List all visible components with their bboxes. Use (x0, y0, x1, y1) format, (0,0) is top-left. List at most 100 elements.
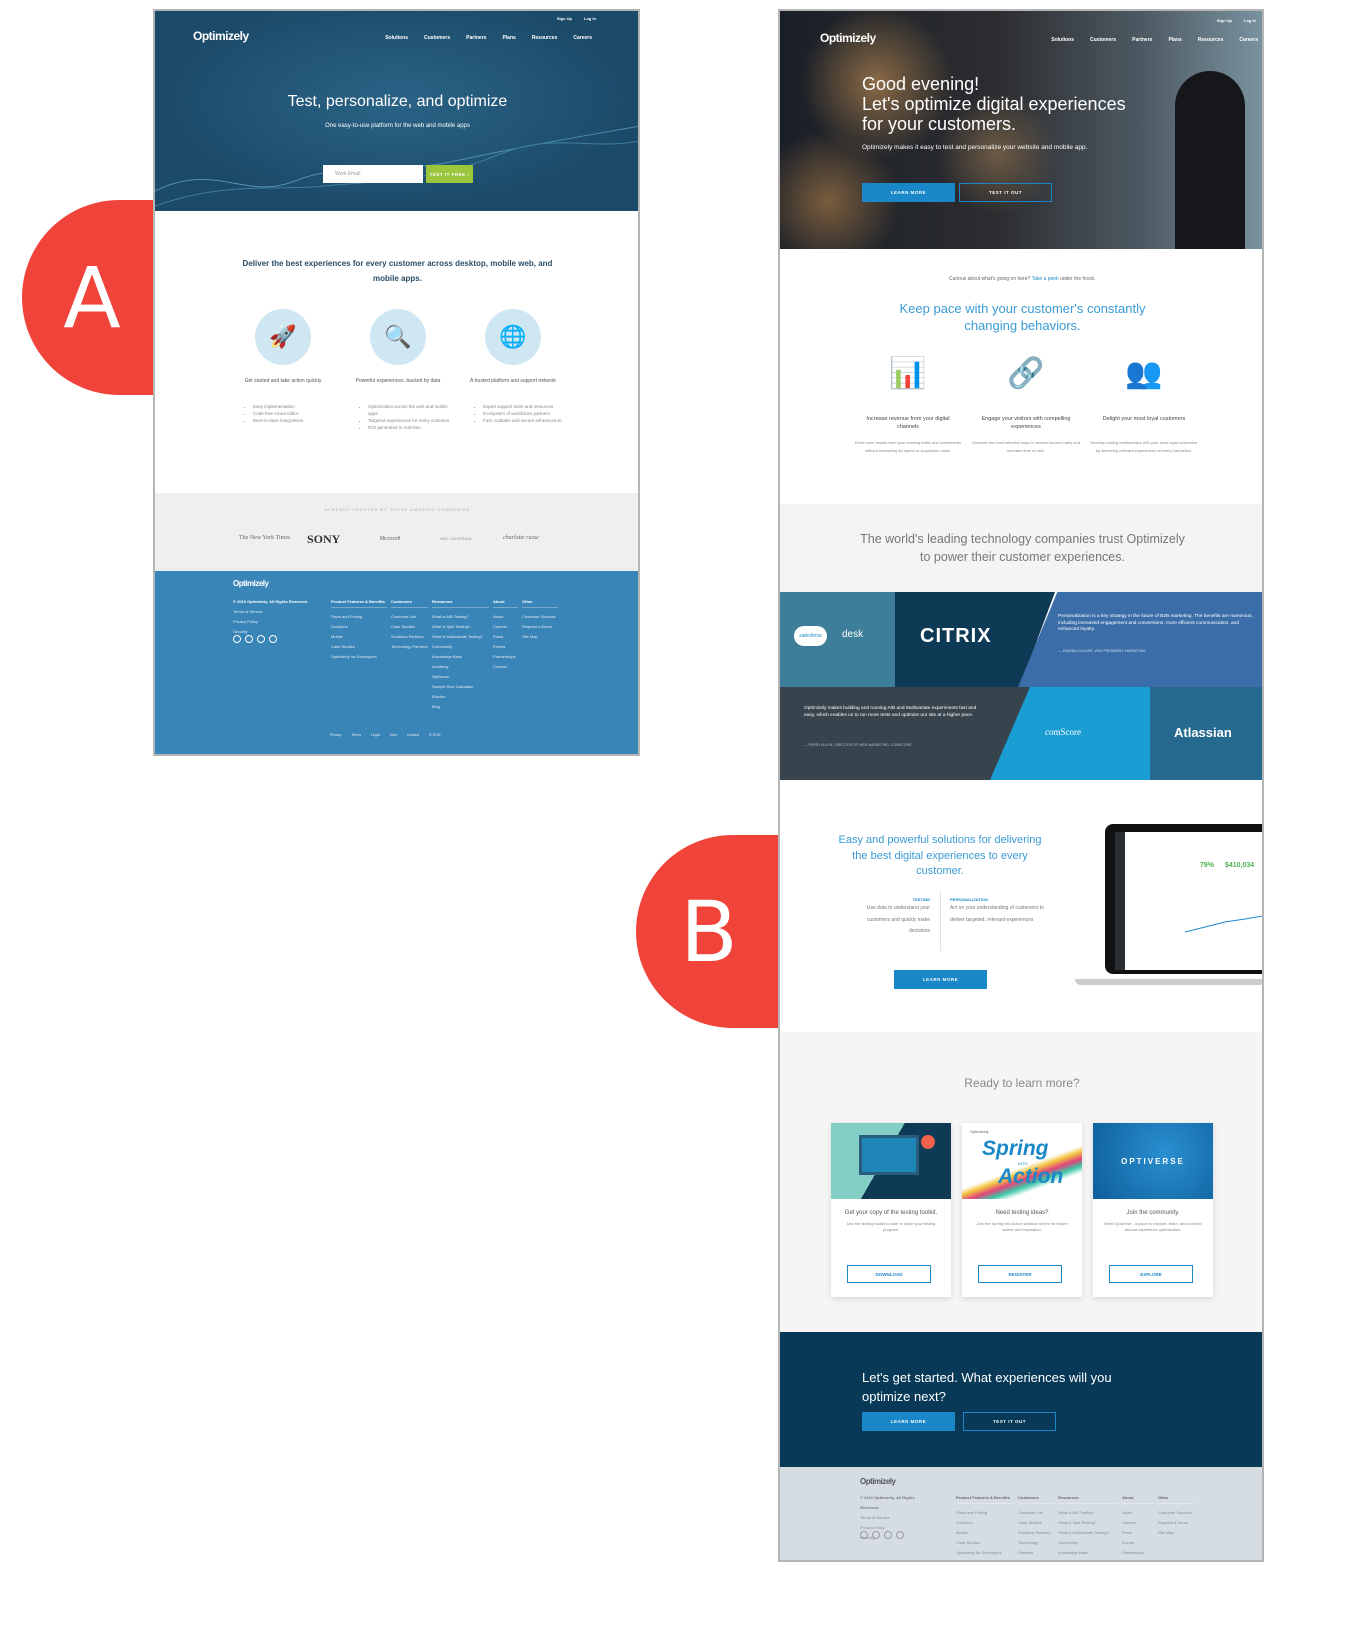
nav-solutions[interactable]: Solutions (1051, 37, 1074, 43)
footer-link[interactable]: Solutions (331, 622, 387, 632)
footer-link[interactable]: Blog (432, 702, 489, 712)
footer-link[interactable]: What is Split Testing? (1058, 1518, 1118, 1528)
nav-customers[interactable]: Customers (424, 35, 450, 41)
footer-link[interactable]: Solutions (956, 1518, 1014, 1528)
footer-link[interactable]: Events (1122, 1538, 1154, 1548)
nav-partners[interactable]: Partners (466, 35, 486, 41)
footer-link[interactable]: Customer List (1018, 1508, 1054, 1518)
footer-link[interactable]: Technology Partners (1018, 1538, 1054, 1558)
footer-link[interactable]: What is Multivariate Testing? (432, 632, 489, 642)
test-it-out-button[interactable]: TEST IT OUT (959, 183, 1052, 202)
brand-logo[interactable]: Optimizely (820, 31, 876, 45)
nav-solutions[interactable]: Solutions (385, 35, 408, 41)
footer-link[interactable]: Case Studies (1018, 1518, 1054, 1528)
facebook-icon[interactable] (245, 635, 253, 643)
footer-link[interactable]: About (1122, 1508, 1154, 1518)
copyright: © 2016 Optimizely. All Rights Reserved. (860, 1495, 915, 1510)
privacy-link[interactable]: Privacy Policy (233, 617, 313, 627)
facebook-icon[interactable] (872, 1531, 880, 1539)
nav-partners[interactable]: Partners (1132, 37, 1152, 43)
footer-link[interactable]: Solutions Partners (391, 632, 428, 642)
footer-link[interactable]: Case Studies (331, 642, 387, 652)
footer-link[interactable]: Press (1122, 1528, 1154, 1538)
googleplus-icon[interactable] (896, 1531, 904, 1539)
footer-link[interactable]: Contact (493, 662, 518, 672)
nav-customers[interactable]: Customers (1090, 37, 1116, 43)
footer-logo[interactable]: Optimizely (233, 579, 269, 588)
solutions-learn-more-button[interactable]: LEARN MORE (894, 970, 987, 989)
bottom-link[interactable]: Legal (371, 733, 380, 737)
signup-link[interactable]: Sign Up (1217, 18, 1232, 23)
bottom-link[interactable]: Jobs (390, 733, 397, 737)
footer-link[interactable]: Academy (432, 662, 489, 672)
nav-plans[interactable]: Plans (1168, 37, 1181, 43)
footer-link[interactable]: About (493, 612, 518, 622)
twitter-icon[interactable] (233, 635, 241, 643)
footer-link[interactable]: Optiverse (432, 672, 489, 682)
nav-resources[interactable]: Resources (532, 35, 558, 41)
footer-link[interactable]: Technology Partners (391, 642, 428, 652)
footer-link[interactable]: What is Multivariate Testing? (1058, 1528, 1118, 1538)
footer-link[interactable]: Events (493, 642, 518, 652)
footer-link[interactable]: Mobile (331, 632, 387, 642)
twitter-icon[interactable] (860, 1531, 868, 1539)
feature-bullets: Easy implementationCode-free visual edit… (245, 403, 335, 424)
bottom-link[interactable]: Privacy (330, 733, 341, 737)
footer-link[interactable]: Plans and Pricing (956, 1508, 1014, 1518)
footer-link[interactable]: Knowledge Base (1058, 1548, 1118, 1558)
footer-link[interactable]: Customer List (391, 612, 428, 622)
linkedin-icon[interactable] (257, 635, 265, 643)
download-button[interactable]: DOWNLOAD (847, 1265, 931, 1283)
footer-link[interactable]: Solutions Partners (1018, 1528, 1054, 1538)
footer-link[interactable]: Community (432, 642, 489, 652)
bottom-link[interactable]: Terms (351, 733, 361, 737)
footer-link[interactable]: Customer Success (1158, 1508, 1194, 1518)
footer-link[interactable]: Request a Demo (522, 622, 558, 632)
footer-link[interactable]: Mobile (956, 1528, 1014, 1538)
nav-resources[interactable]: Resources (1198, 37, 1224, 43)
footer-link[interactable]: Press (493, 632, 518, 642)
footer-link[interactable]: What is A/B Testing? (432, 612, 489, 622)
footer-link[interactable]: Careers (1122, 1518, 1154, 1528)
footer-link[interactable]: What is A/B Testing? (1058, 1508, 1118, 1518)
footer-link[interactable]: Knowledge Base (432, 652, 489, 662)
footer-link[interactable]: Site Map (522, 632, 558, 642)
peek-link[interactable]: Take a peek (1032, 276, 1059, 282)
footer-link[interactable]: Optimizely for Developers (331, 652, 387, 662)
footer-link[interactable]: Plans and Pricing (331, 612, 387, 622)
footer-link[interactable]: Sample Size Calculator (432, 682, 489, 692)
register-button[interactable]: REGISTER (978, 1265, 1062, 1283)
footer-link[interactable]: Partnerships (493, 652, 518, 662)
signup-link[interactable]: Sign Up (557, 16, 572, 21)
googleplus-icon[interactable] (269, 635, 277, 643)
footer-link[interactable]: What is Split Testing? (432, 622, 489, 632)
footer-link[interactable]: Customer Success (522, 612, 558, 622)
login-link[interactable]: Log In (1244, 18, 1256, 23)
footer-link[interactable]: Case Studies (956, 1538, 1014, 1548)
footer-link[interactable]: Careers (493, 622, 518, 632)
cta-test-it-out-button[interactable]: TEST IT OUT (963, 1412, 1056, 1431)
footer-link[interactable]: Site Map (1158, 1528, 1194, 1538)
nav-careers[interactable]: Careers (1239, 37, 1258, 43)
footer-link[interactable]: Partnerships (1122, 1548, 1154, 1558)
terms-link[interactable]: Terms of Service (860, 1513, 930, 1523)
footer-link[interactable]: Optimizely for Developers (956, 1548, 1014, 1558)
footer-link[interactable]: Ebooks (432, 692, 489, 702)
terms-link[interactable]: Terms of Service (233, 607, 313, 617)
footer-logo[interactable]: Optimizely (860, 1477, 896, 1486)
email-input[interactable]: Work Email (323, 165, 423, 183)
learn-more-button[interactable]: LEARN MORE (862, 183, 955, 202)
explore-button[interactable]: EXPLORE (1109, 1265, 1193, 1283)
test-free-button[interactable]: TEST IT FREE › (426, 165, 473, 183)
bottom-link[interactable]: © 2016 (429, 733, 440, 737)
bottom-link[interactable]: Contact (407, 733, 419, 737)
footer-link[interactable]: Case Studies (391, 622, 428, 632)
nav-careers[interactable]: Careers (573, 35, 592, 41)
footer-link[interactable]: Request a Demo (1158, 1518, 1194, 1528)
footer-link[interactable]: Community (1058, 1538, 1118, 1548)
nav-plans[interactable]: Plans (502, 35, 515, 41)
brand-logo[interactable]: Optimizely (193, 29, 249, 43)
linkedin-icon[interactable] (884, 1531, 892, 1539)
cta-learn-more-button[interactable]: LEARN MORE (862, 1412, 955, 1431)
login-link[interactable]: Log In (584, 16, 596, 21)
